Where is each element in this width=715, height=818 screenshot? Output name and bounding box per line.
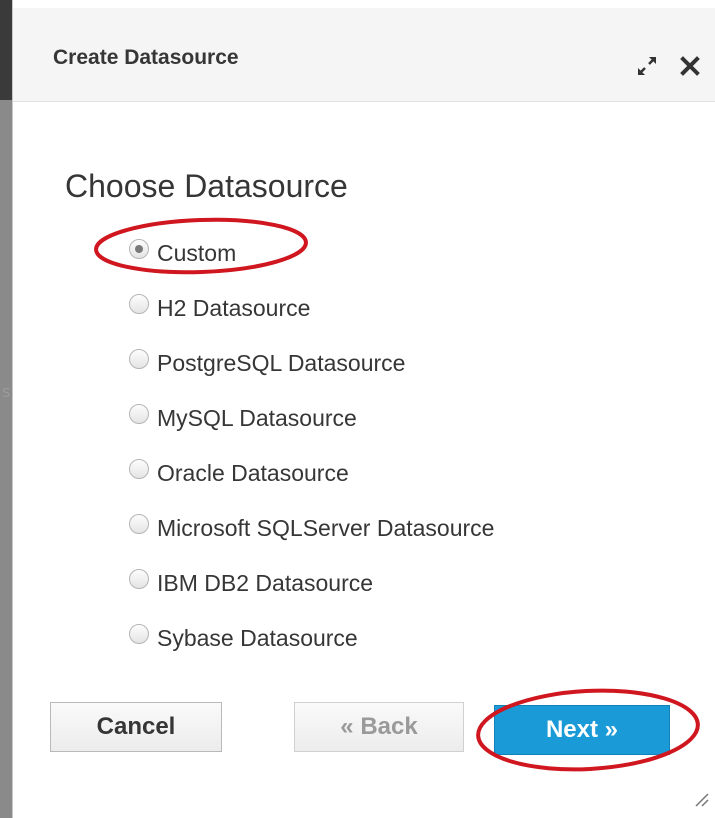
radio-button[interactable]	[129, 348, 149, 369]
radio-option-mssql[interactable]: Microsoft SQLServer Datasource	[129, 501, 494, 556]
radio-option-db2[interactable]: IBM DB2 Datasource	[129, 556, 494, 611]
radio-button[interactable]	[129, 458, 149, 479]
radio-option-oracle[interactable]: Oracle Datasource	[129, 446, 494, 501]
radio-button[interactable]	[129, 293, 149, 314]
create-datasource-dialog: Create Datasource Choose Datasource Cust…	[12, 0, 715, 818]
cancel-button[interactable]: Cancel	[50, 702, 222, 752]
radio-label: IBM DB2 Datasource	[157, 570, 374, 596]
radio-button[interactable]	[129, 623, 149, 644]
backdrop-partial-text: s	[2, 382, 11, 401]
radio-label: Custom	[157, 240, 237, 266]
radio-option-postgresql[interactable]: PostgreSQL Datasource	[129, 336, 494, 391]
maximize-icon[interactable]	[635, 54, 659, 78]
radio-option-mysql[interactable]: MySQL Datasource	[129, 391, 494, 446]
section-title: Choose Datasource	[65, 168, 348, 204]
radio-option-sybase[interactable]: Sybase Datasource	[129, 611, 494, 666]
radio-option-h2[interactable]: H2 Datasource	[129, 281, 494, 336]
radio-label: Oracle Datasource	[157, 460, 349, 486]
radio-label: Sybase Datasource	[157, 625, 358, 651]
backdrop-edge	[0, 0, 12, 818]
radio-button[interactable]	[129, 403, 149, 424]
datasource-radio-list: Custom H2 Datasource PostgreSQL Datasour…	[129, 226, 494, 666]
radio-button[interactable]	[129, 513, 149, 534]
radio-label: PostgreSQL Datasource	[157, 350, 406, 376]
next-button[interactable]: Next »	[494, 705, 670, 755]
radio-label: Microsoft SQLServer Datasource	[157, 515, 495, 541]
radio-button[interactable]	[129, 568, 149, 589]
close-icon[interactable]	[678, 54, 702, 78]
dialog-header: Create Datasource	[13, 8, 715, 102]
radio-label: H2 Datasource	[157, 295, 311, 321]
radio-label: MySQL Datasource	[157, 405, 357, 431]
back-button[interactable]: « Back	[294, 702, 464, 752]
radio-option-custom[interactable]: Custom	[129, 226, 494, 281]
radio-button[interactable]	[129, 238, 149, 259]
dialog-title: Create Datasource	[53, 46, 239, 69]
resize-handle-icon[interactable]	[690, 788, 710, 808]
